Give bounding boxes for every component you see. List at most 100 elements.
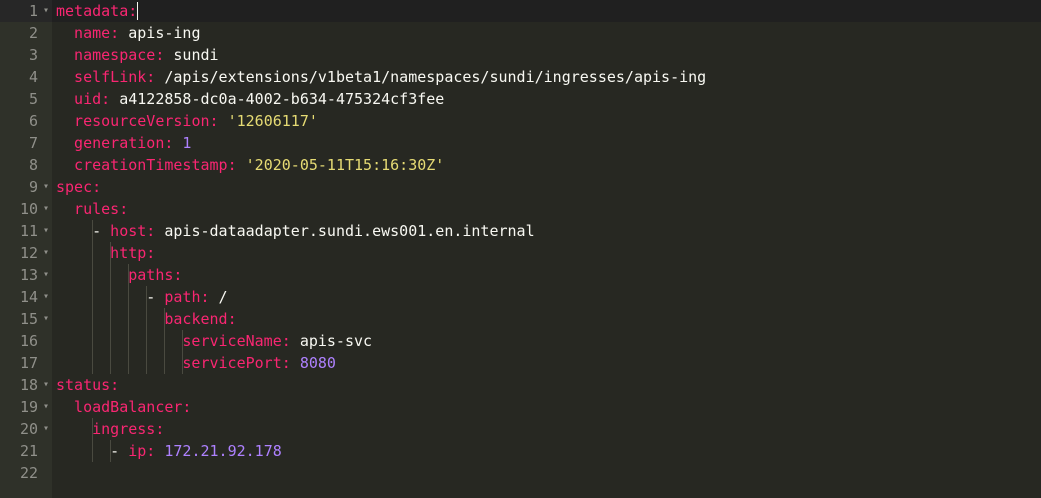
code-line[interactable]: selfLink: /apis/extensions/v1beta1/names… [52, 66, 1041, 88]
line-number: 1 ▾ [0, 0, 52, 22]
code-text: ingress: [92, 418, 164, 440]
code-text: namespace: sundi [74, 44, 219, 66]
yaml-key: servicePort: [182, 354, 291, 372]
line-number-text: 18 [19, 376, 38, 394]
line-number: 2 [0, 22, 52, 44]
line-number-text: 16 [19, 332, 38, 350]
yaml-key: namespace: [74, 46, 165, 64]
code-line[interactable]: servicePort: 8080 [52, 352, 1041, 374]
code-line[interactable]: ingress: [52, 418, 1041, 440]
fold-toggle-icon[interactable]: ▾ [43, 286, 49, 308]
indent-guide [146, 286, 148, 308]
yaml-value: 8080 [299, 354, 336, 372]
code-line[interactable]: name: apis-ing [52, 22, 1041, 44]
yaml-key: rules: [74, 200, 129, 218]
indent-guide [164, 352, 166, 374]
indent-guide [182, 352, 184, 374]
code-line[interactable]: generation: 1 [52, 132, 1041, 154]
code-text: servicePort: 8080 [182, 352, 336, 374]
code-line[interactable]: namespace: sundi [52, 44, 1041, 66]
indent-guide [92, 220, 94, 242]
indent-guide [92, 286, 94, 308]
line-number: 16 [0, 330, 52, 352]
line-number: 9 ▾ [0, 176, 52, 198]
indent-guide [128, 352, 130, 374]
yaml-key: status: [56, 376, 120, 394]
line-number: 22 [0, 462, 52, 484]
fold-toggle-icon[interactable]: ▾ [43, 176, 49, 198]
fold-toggle-icon[interactable]: ▾ [43, 308, 49, 330]
fold-toggle-icon[interactable]: ▾ [43, 264, 49, 286]
indent-guide [92, 264, 94, 286]
fold-toggle-icon[interactable]: ▾ [43, 0, 49, 22]
line-number: 21 [0, 440, 52, 462]
fold-toggle-icon[interactable]: ▾ [43, 242, 49, 264]
code-line[interactable]: resourceVersion: '12606117' [52, 110, 1041, 132]
yaml-value: '12606117' [227, 112, 318, 130]
yaml-key: backend: [164, 310, 237, 328]
code-line[interactable]: serviceName: apis-svc [52, 330, 1041, 352]
yaml-value: /apis/extensions/v1beta1/namespaces/sund… [164, 68, 707, 86]
code-text: generation: 1 [74, 132, 191, 154]
code-line[interactable]: - ip: 172.21.92.178 [52, 440, 1041, 462]
code-editor[interactable]: 1 ▾ 2 3 4 5 6 7 8 9 ▾ 10 ▾ 11 ▾ 12 ▾ 13 ▾ 14 ▾ 15 ▾ 16 17 18 ▾ 19 ▾ 2… [0, 0, 1041, 498]
indent-guide [92, 440, 94, 462]
yaml-key: resourceVersion: [74, 112, 219, 130]
line-number-text: 9 [28, 178, 38, 196]
code-text: creationTimestamp: '2020-05-11T15:16:30Z… [74, 154, 444, 176]
yaml-value: apis-dataadapter.sundi.ews001.en.interna… [164, 222, 535, 240]
code-area[interactable]: metadata: name: apis-ing namespace: sundi s… [52, 0, 1041, 498]
indent-guide [146, 308, 148, 330]
line-number-text: 10 [19, 200, 38, 218]
code-line[interactable]: creationTimestamp: '2020-05-11T15:16:30Z… [52, 154, 1041, 176]
line-number-text: 14 [19, 288, 38, 306]
yaml-key: host: [110, 222, 156, 240]
indent-guide [110, 330, 112, 352]
line-number-text: 2 [28, 24, 38, 42]
fold-toggle-icon[interactable]: ▾ [43, 198, 49, 220]
yaml-key: ingress: [92, 420, 165, 438]
code-line[interactable]: rules: [52, 198, 1041, 220]
fold-toggle-icon[interactable]: ▾ [43, 396, 49, 418]
line-number: 14 ▾ [0, 286, 52, 308]
code-line[interactable]: http: [52, 242, 1041, 264]
fold-toggle-icon[interactable]: ▾ [43, 220, 49, 242]
code-line[interactable]: metadata: [52, 0, 1041, 22]
yaml-key: name: [74, 24, 120, 42]
code-text: selfLink: /apis/extensions/v1beta1/names… [74, 66, 706, 88]
line-number-text: 22 [19, 464, 38, 482]
code-line[interactable]: status: [52, 374, 1041, 396]
code-line[interactable] [52, 462, 1041, 484]
indent-guide [92, 330, 94, 352]
line-number-text: 19 [19, 398, 38, 416]
code-line[interactable]: uid: a4122858-dc0a-4002-b634-475324cf3fe… [52, 88, 1041, 110]
line-number: 4 [0, 66, 52, 88]
indent-guide [110, 286, 112, 308]
yaml-value: 1 [182, 134, 192, 152]
indent-guide [92, 242, 94, 264]
code-line[interactable]: - host: apis-dataadapter.sundi.ews001.en… [52, 220, 1041, 242]
yaml-value: a4122858-dc0a-4002-b634-475324cf3fee [119, 90, 445, 108]
code-line[interactable]: loadBalancer: [52, 396, 1041, 418]
yaml-key: spec: [56, 178, 102, 196]
code-text: name: apis-ing [74, 22, 200, 44]
yaml-key: selfLink: [74, 68, 156, 86]
yaml-value: / [218, 288, 228, 306]
indent-guide [92, 308, 94, 330]
line-number: 7 [0, 132, 52, 154]
line-number-text: 21 [19, 442, 38, 460]
code-line[interactable]: - path: / [52, 286, 1041, 308]
yaml-value: sundi [173, 46, 219, 64]
code-text: - host: apis-dataadapter.sundi.ews001.en… [92, 220, 535, 242]
fold-toggle-icon[interactable]: ▾ [43, 374, 49, 396]
indent-guide [128, 264, 130, 286]
indent-guide [128, 330, 130, 352]
line-number: 19 ▾ [0, 396, 52, 418]
code-text: loadBalancer: [74, 396, 191, 418]
code-line[interactable]: spec: [52, 176, 1041, 198]
code-line[interactable]: paths: [52, 264, 1041, 286]
yaml-value: apis-ing [128, 24, 201, 42]
code-line[interactable]: backend: [52, 308, 1041, 330]
line-number: 15 ▾ [0, 308, 52, 330]
fold-toggle-icon[interactable]: ▾ [43, 418, 49, 440]
